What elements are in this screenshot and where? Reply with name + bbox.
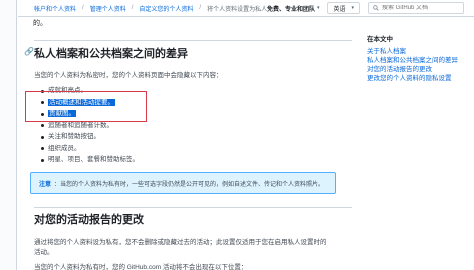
section-heading-text: 对您的活动报告的更改 [34, 214, 144, 226]
note-callout: 注意 ：当您的个人资料为私有时，一些可选字段仍然是公开可见的，例如自述文件、传记… [30, 172, 336, 194]
breadcrumb-item-customize-profile[interactable]: 自定义您的个人资料 [139, 4, 193, 13]
search-icon [373, 5, 379, 11]
top-bar: 帐户和个人资料 / 管理个人资料 / 自定义您的个人资料 / 将个人资料设置为私… [18, 0, 474, 17]
section-divider [34, 207, 352, 208]
article-content: 的。 🔗 私人档案和公共档案之间的差异 当您的个人资料为私密时，您的个人资料页面… [22, 17, 352, 270]
toc-item-about[interactable]: 关于私人档案 [367, 47, 474, 56]
activity-paragraph-line2: 活动。 [34, 249, 54, 256]
previous-paragraph-tail: 的。 [33, 20, 47, 27]
toc-title: 在本文中 [367, 36, 393, 43]
table-of-contents: 在本文中 关于私人档案 私人档案和公共档案之间的差异 对您的活动报告的更改 更改… [367, 33, 474, 83]
list-item: 关注和赞助按钮。 [41, 131, 139, 143]
breadcrumb-item-manage-profile[interactable]: 管理个人资料 [90, 4, 126, 13]
chevron-down-icon: ▾ [316, 5, 320, 11]
breadcrumb-separator: / [82, 5, 84, 11]
breadcrumb-separator: / [199, 5, 202, 11]
language-picker-label: 英语 [333, 6, 346, 13]
section-heading-differences: 🔗 私人档案和公共档案之间的差异 [24, 45, 188, 61]
activity-paragraph-line1: 通过将您的个人资料设为私有，您不会删除或隐藏过去的活动；此设置仅适用于您在启用私… [34, 239, 327, 246]
section-divider [34, 40, 352, 41]
language-picker-button[interactable]: 英语 ▾ [327, 2, 360, 14]
search-input[interactable] [382, 5, 462, 11]
list-item: 明星、项目、套餐和赞助标签。 [41, 154, 139, 166]
section-intro: 当您的个人资料为私密时，您的个人资料页面中会隐藏以下内容： [34, 72, 223, 79]
breadcrumb-item-current: 将个人资料设置为私人 [207, 6, 268, 13]
chevron-down-icon: ▾ [351, 5, 354, 11]
version-picker-label: 免费、专业和团队 [266, 6, 315, 13]
version-picker-button[interactable]: 免费、专业和团队 ▾ [267, 2, 320, 14]
breadcrumb-separator: / [131, 5, 134, 11]
list-item: 组织成员。 [41, 143, 139, 155]
breadcrumb-item-accounts[interactable]: 帐户和个人资料 [34, 4, 76, 13]
note-text: ：当您的个人资料为私有时，一些可选字段仍然是公开可见的，例如自述文件、传记和个人… [54, 181, 325, 188]
toc-item-differences[interactable]: 私人档案和公共档案之间的差异 [367, 56, 474, 65]
link-icon[interactable]: 🔗 [24, 47, 34, 56]
note-label: 注意 [39, 181, 52, 188]
annotation-highlight-box [25, 91, 147, 122]
search-box[interactable] [368, 2, 464, 14]
toc-item-activity[interactable]: 对您的活动报告的更改 [367, 65, 474, 74]
section-heading-activity: 对您的活动报告的更改 [34, 211, 144, 227]
activity-paragraph-2: 当您的个人资料为私有时，您的 GitHub.com 活动将不会出现在以下位置： [34, 264, 248, 270]
left-sidebar-rail [0, 0, 17, 270]
section-heading-text: 私人档案和公共档案之间的差异 [34, 48, 188, 60]
breadcrumb: 帐户和个人资料 / 管理个人资料 / 自定义您的个人资料 / 将个人资料设置为私… [18, 4, 267, 13]
toc-item-change-settings[interactable]: 更改您的个人资料的隐私设置 [367, 74, 474, 83]
